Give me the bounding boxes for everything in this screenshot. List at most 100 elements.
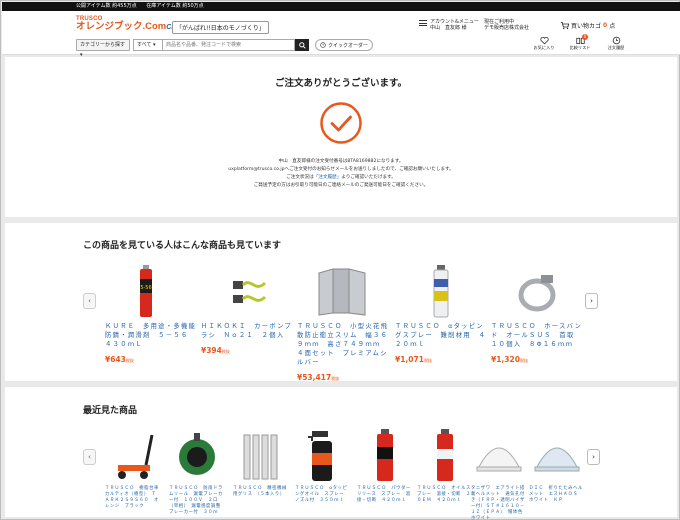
recommendation-title: この商品を見ている人はこんな商品も見ています — [83, 241, 282, 251]
product-image[interactable] — [360, 427, 410, 483]
product-image[interactable] — [108, 427, 158, 483]
checkmark-icon — [319, 101, 363, 145]
search-icon — [298, 41, 306, 49]
price-suffix: 税抜 — [125, 358, 134, 363]
heart-icon — [539, 36, 549, 45]
product-name[interactable]: ＤＩＣ 折りたたみヘルメット エスＨＡＯＳ ホワイト ＫＰ — [529, 486, 585, 504]
price-value: ¥394 — [201, 346, 222, 355]
hamburger-icon — [419, 19, 427, 31]
product-image[interactable] — [532, 427, 582, 483]
product-name[interactable]: ＴＲＵＳＣＯ パウダーリリース スプレー 溶接・切断 ４２０ｍｌ — [357, 486, 413, 504]
company-info[interactable]: 現在ご利用中 デモ販売店株式会社 — [484, 19, 529, 31]
chevron-right-icon: › — [590, 297, 593, 305]
mail-notice-line: uxplatform@trusco.co.jpへご注文受付のお知らせメールをお送… — [228, 167, 454, 172]
product-name[interactable]: ＴＲＵＳＣＯ αタッピングスプレー 難削材用 ４２０ｍｌ — [395, 322, 487, 349]
product-image[interactable]: 5-56 — [119, 263, 183, 319]
price-value: ¥1,071 — [395, 355, 424, 364]
account-user: 中山 直友郎 様 — [430, 25, 467, 31]
cart-count: 0 — [603, 22, 608, 29]
search-button[interactable] — [295, 39, 309, 51]
product-image[interactable] — [409, 263, 473, 319]
product-image[interactable] — [505, 263, 569, 319]
quick-order-button[interactable]: クイックオーダー — [315, 39, 374, 51]
recent-product-card[interactable]: ＴＲＵＳＣＯ パウダーリリース スプレー 溶接・切断 ４２０ｍｌ — [357, 427, 413, 504]
stock-item-count: 在庫アイテム数 約50万点 — [146, 3, 204, 9]
quick-order-label: クイックオーダー — [328, 42, 369, 49]
carousel-prev-button[interactable]: ‹ — [83, 293, 96, 309]
recent-prev-button[interactable]: ‹ — [83, 449, 96, 465]
product-card[interactable]: ＨＩＫＯＫＩ カーボンブラシ Ｎｏ２１ ２個入 ¥394税抜 — [201, 263, 293, 355]
product-card[interactable]: ＴＲＵＳＣＯ ホースバンド オールＳＵＳ 首取 １０個入 ８Φ１６ｍｍ ¥1,3… — [491, 263, 583, 364]
account-menu[interactable]: アカウント&メニュー 中山 直友郎 様 — [419, 19, 479, 31]
slogan-badge: 「がんばれ!!日本のモノづくり」 — [172, 21, 269, 34]
product-card[interactable]: ＴＲＵＳＣＯ αタッピングスプレー 難削材用 ４２０ｍｌ ¥1,071税抜 — [395, 263, 487, 364]
order-confirmation-panel: ご注文ありがとうございます。 中山 直友郎様の注文受付番号は8TA8169882… — [5, 57, 677, 217]
price-suffix: 税抜 — [519, 358, 528, 363]
clock-icon — [320, 42, 326, 48]
order-status-post: よりご確認いただけます。 — [341, 175, 396, 180]
cart-unit: 点 — [609, 23, 616, 30]
svg-text:5-56: 5-56 — [140, 285, 151, 291]
product-image[interactable] — [311, 263, 375, 319]
product-name[interactable]: ＨＩＫＯＫＩ カーボンブラシ Ｎｏ２１ ２個入 — [201, 322, 293, 340]
chevron-right-icon: › — [592, 453, 595, 461]
order-number-line: 中山 直友郎様の注文受付番号は8TA8169882になります。 — [278, 159, 404, 164]
category-button-label: カテゴリーから探す — [80, 42, 126, 48]
product-name[interactable]: ＴＲＵＳＣＯ 防雨ドラムリール 漏電ブレーカー付 １００Ｖ ２口 （単相） 漏電… — [169, 486, 225, 516]
product-name[interactable]: ＴＲＵＳＣＯ 小型火花飛散防止衝立スリム 幅３６９ｍｍ 高さ７４９ｍｍ ４面セッ… — [297, 322, 389, 367]
recent-product-card[interactable]: ＴＲＵＳＣＯ 樹脂台車 カルティオ（樹型） ＴＡＲＫ２Ｓ９Ｓ６０ オレンジ ブラ… — [105, 427, 163, 510]
product-image[interactable] — [420, 427, 470, 483]
product-image[interactable] — [172, 427, 222, 483]
product-price: ¥1,071税抜 — [395, 355, 487, 364]
product-name[interactable]: タニザワ エアライト搭載ヘルメット 通気孔付き（ＦＲＰ・透明バイザー付）ＳＴ＃１… — [471, 486, 527, 520]
category-button[interactable]: カテゴリーから探す ▾ — [76, 39, 130, 58]
product-price: ¥643税抜 — [105, 355, 197, 364]
product-name[interactable]: ＴＲＵＳＣＯ αタッピングオイル スプレー ノズル付 ３５０ｍｌ — [295, 486, 351, 504]
recent-product-card[interactable]: タニザワ エアライト搭載ヘルメット 通気孔付き（ＦＲＰ・透明バイザー付）ＳＴ＃１… — [471, 427, 527, 520]
product-image[interactable] — [474, 427, 524, 483]
site-header: TRUSCO オレンジブック.ComCROSS 「がんばれ!!日本のモノづくり」… — [2, 11, 680, 58]
page-frame: 公開アイテム数 約455万点 在庫アイテム数 約50万点 TRUSCO オレンジ… — [0, 0, 680, 520]
chevron-down-icon: ▾ — [153, 42, 156, 48]
favorites-link[interactable]: お気に入り — [533, 36, 555, 51]
compare-link[interactable]: 0 比較リスト — [569, 34, 591, 51]
product-image[interactable] — [298, 427, 348, 483]
carousel-next-button[interactable]: › — [585, 293, 598, 309]
cart-icon — [560, 22, 569, 30]
recently-viewed-panel: 最近見た商品 ‹ › ＴＲＵＳＣＯ 樹脂台車 カルティオ（樹型） ＴＡＲＫ２Ｓ９… — [5, 387, 677, 520]
price-suffix: 税抜 — [331, 376, 340, 381]
price-suffix: 税抜 — [221, 349, 230, 354]
search-input[interactable] — [163, 39, 295, 51]
product-name[interactable]: ＴＲＵＳＣＯ 精密機械用グリス （５本入り） — [233, 486, 289, 498]
recently-viewed-title: 最近見た商品 — [83, 406, 138, 416]
recent-product-card[interactable]: ＤＩＣ 折りたたみヘルメット エスＨＡＯＳ ホワイト ＫＰ — [529, 427, 585, 504]
product-card[interactable]: ＴＲＵＳＣＯ 小型火花飛散防止衝立スリム 幅３６９ｍｍ 高さ７４９ｍｍ ４面セッ… — [297, 263, 389, 382]
product-card[interactable]: 5-56 ＫＵＲＥ 多用途・多機能防錆・潤滑剤 ５－５６ ４３０ｍＬ ¥643税… — [105, 263, 197, 364]
recent-product-card[interactable]: ＴＲＵＳＣＯ 精密機械用グリス （５本入り） — [233, 427, 289, 498]
product-name[interactable]: ＫＵＲＥ 多用途・多機能防錆・潤滑剤 ５－５６ ４３０ｍＬ — [105, 322, 197, 349]
shipping-notice-line: ご発送予定の方はお引取り可能日のご連絡メールのご発送可能日をご確認ください。 — [253, 183, 429, 188]
product-image[interactable] — [215, 263, 279, 319]
product-image[interactable] — [236, 427, 286, 483]
product-price: ¥53,417税抜 — [297, 373, 389, 382]
product-price: ¥394税抜 — [201, 346, 293, 355]
order-status-pre: ご注文状況は — [286, 175, 314, 180]
price-suffix: 税抜 — [423, 358, 432, 363]
public-item-count: 公開アイテム数 約455万点 — [76, 3, 137, 9]
logo-name-text: オレンジブック.Com — [76, 21, 167, 32]
order-history-inline-link[interactable]: 「注文履歴」 — [314, 175, 342, 180]
recent-product-card[interactable]: ＴＲＵＳＣＯ 防雨ドラムリール 漏電ブレーカー付 １００Ｖ ２口 （単相） 漏電… — [169, 427, 225, 516]
order-history-link[interactable]: 注文履歴 — [605, 36, 627, 51]
recent-next-button[interactable]: › — [587, 449, 600, 465]
price-value: ¥643 — [105, 355, 126, 364]
product-name[interactable]: ＴＲＵＳＣＯ 樹脂台車 カルティオ（樹型） ＴＡＲＫ２Ｓ９Ｓ６０ オレンジ ブラ… — [105, 486, 163, 510]
price-value: ¥53,417 — [297, 373, 332, 382]
product-price: ¥1,320税抜 — [491, 355, 583, 364]
scope-select[interactable]: すべて ▾ — [133, 39, 163, 51]
recent-product-card[interactable]: ＴＲＵＳＣＯ αタッピングオイル スプレー ノズル付 ３５０ｍｌ — [295, 427, 351, 504]
recent-product-card[interactable]: ＴＲＵＳＣＯ オイルスプレー 溶接・切断 ３０ＥＭ ４２０ｍｌ — [417, 427, 473, 504]
product-name[interactable]: ＴＲＵＳＣＯ ホースバンド オールＳＵＳ 首取 １０個入 ８Φ１６ｍｍ — [491, 322, 583, 349]
cart-link[interactable]: 買い物カゴ 0 点 — [560, 21, 615, 30]
product-name[interactable]: ＴＲＵＳＣＯ オイルスプレー 溶接・切断 ３０ＥＭ ４２０ｍｌ — [417, 486, 473, 504]
thanks-title: ご注文ありがとうございます。 — [274, 78, 408, 89]
